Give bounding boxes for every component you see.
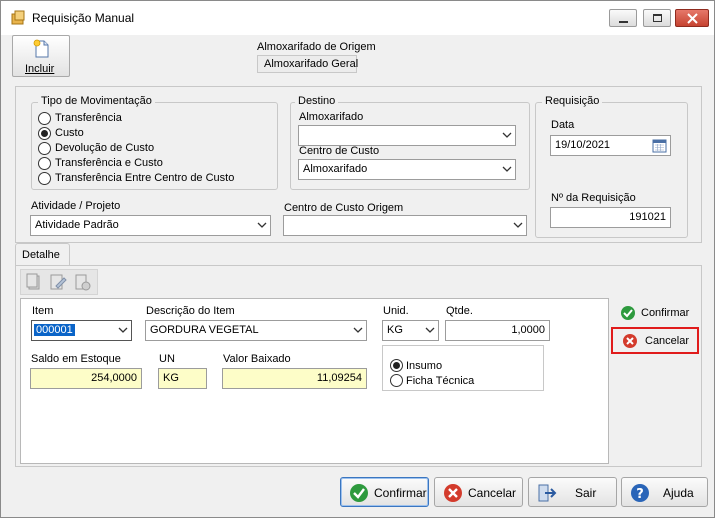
- unid-label: Unid.: [383, 305, 409, 317]
- cancel-icon: [444, 484, 462, 502]
- item-cancelar-label: Cancelar: [645, 335, 690, 347]
- radio-ficha-tecnica-label: Ficha Técnica: [406, 375, 475, 387]
- almox-origem-label: Almoxarifado de Origem: [257, 41, 376, 53]
- un-value: KG: [158, 368, 207, 389]
- numero-label: Nº da Requisição: [551, 192, 636, 204]
- item-value: 000001: [34, 324, 75, 336]
- data-label: Data: [551, 119, 575, 131]
- window-title: Requisição Manual: [32, 11, 135, 25]
- add-item-icon[interactable]: [25, 273, 43, 291]
- exit-icon: [538, 484, 557, 502]
- radio-transferencia-label: Transferência: [55, 112, 122, 124]
- radio-transferencia[interactable]: [38, 112, 51, 125]
- descricao-combo[interactable]: GORDURA VEGETAL: [145, 320, 367, 341]
- unid-combo[interactable]: KG: [382, 320, 439, 341]
- detalhe-toolbar: [20, 269, 98, 295]
- item-confirmar-button[interactable]: Confirmar: [614, 301, 698, 326]
- confirmar-button[interactable]: Confirmar: [340, 477, 429, 507]
- data-input[interactable]: 19/10/2021: [550, 135, 671, 156]
- calendar-icon[interactable]: [652, 138, 667, 153]
- un-label: UN: [159, 353, 175, 365]
- requisicao-title: Requisição: [542, 95, 603, 107]
- radio-devolucao[interactable]: [38, 142, 51, 155]
- radio-devolucao-label: Devolução de Custo: [55, 142, 155, 154]
- destino-centro-combo[interactable]: Almoxarifado: [298, 159, 516, 180]
- qtde-label: Qtde.: [446, 305, 473, 317]
- chevron-down-icon: [513, 222, 523, 228]
- radio-insumo-label: Insumo: [406, 360, 443, 372]
- chevron-down-icon: [257, 222, 267, 228]
- radio-ficha-tecnica[interactable]: [390, 374, 403, 387]
- item-confirmar-label: Confirmar: [641, 307, 690, 319]
- radio-transf-centro-label: Transferência Entre Centro de Custo: [55, 172, 235, 184]
- edit-item-icon[interactable]: [49, 273, 67, 291]
- centro-origem-combo[interactable]: [283, 215, 527, 236]
- saldo-label: Saldo em Estoque: [31, 353, 121, 365]
- destino-centro-label: Centro de Custo: [299, 145, 380, 157]
- unid-value: KG: [387, 324, 403, 336]
- ajuda-label: Ajuda: [663, 486, 694, 500]
- valor-label: Valor Baixado: [223, 353, 291, 365]
- item-combo[interactable]: 000001: [31, 320, 132, 341]
- maximize-button[interactable]: [643, 9, 671, 27]
- data-value: 19/10/2021: [555, 139, 611, 151]
- atividade-value: Atividade Padrão: [35, 219, 119, 231]
- tab-detalhe[interactable]: Detalhe: [15, 243, 70, 266]
- svg-text:?: ?: [636, 487, 644, 502]
- chevron-down-icon: [118, 327, 128, 333]
- item-label: Item: [32, 305, 54, 317]
- valor-value: 11,09254: [222, 368, 367, 389]
- check-icon: [350, 484, 368, 502]
- descricao-value: GORDURA VEGETAL: [150, 324, 259, 336]
- close-icon: [687, 13, 698, 24]
- delete-item-icon[interactable]: [73, 273, 91, 291]
- radio-custo-label: Custo: [55, 127, 84, 139]
- destino-title: Destino: [295, 95, 339, 107]
- radio-transf-centro[interactable]: [38, 172, 51, 185]
- qtde-input[interactable]: 1,0000: [445, 320, 550, 341]
- radio-transf-custo-label: Transferência e Custo: [55, 157, 163, 169]
- chevron-down-icon: [502, 166, 512, 172]
- destino-centro-value: Almoxarifado: [303, 163, 368, 175]
- chevron-down-icon: [502, 132, 512, 138]
- title-bar: Requisição Manual: [1, 1, 714, 35]
- radio-insumo[interactable]: [390, 359, 403, 372]
- destino-almox-combo[interactable]: [298, 125, 516, 146]
- ajuda-button[interactable]: ? Ajuda: [621, 477, 708, 507]
- check-icon: [621, 306, 635, 320]
- chevron-down-icon: [353, 327, 363, 333]
- new-document-icon: [33, 39, 49, 58]
- confirmar-label: Confirmar: [374, 486, 427, 500]
- radio-custo[interactable]: [38, 127, 51, 140]
- cancelar-label: Cancelar: [468, 486, 517, 500]
- destino-almox-label: Almoxarifado: [299, 111, 364, 123]
- numero-input[interactable]: 191021: [550, 207, 671, 228]
- help-icon: ?: [631, 484, 649, 502]
- incluir-button[interactable]: Incluir: [12, 35, 70, 77]
- descricao-label: Descrição do Item: [146, 305, 235, 317]
- saldo-value: 254,0000: [30, 368, 142, 389]
- atividade-combo[interactable]: Atividade Padrão: [30, 215, 271, 236]
- radio-transf-custo[interactable]: [38, 157, 51, 170]
- incluir-label: Incluir: [25, 63, 55, 75]
- close-button[interactable]: [675, 9, 709, 27]
- almox-origem-value: Almoxarifado Geral: [257, 55, 358, 73]
- app-icon: [11, 10, 25, 25]
- sair-label: Sair: [575, 486, 597, 500]
- atividade-label: Atividade / Projeto: [31, 200, 121, 212]
- cancel-icon: [623, 334, 637, 348]
- minimize-button[interactable]: [609, 9, 637, 27]
- cancelar-button[interactable]: Cancelar: [434, 477, 523, 507]
- window: Requisição Manual Incluir Almoxarifado d…: [0, 0, 715, 518]
- item-cancelar-button[interactable]: Cancelar: [611, 327, 699, 354]
- chevron-down-icon: [425, 327, 435, 333]
- centro-origem-label: Centro de Custo Origem: [284, 202, 404, 214]
- sair-button[interactable]: Sair: [528, 477, 617, 507]
- movimentacao-title: Tipo de Movimentação: [38, 95, 155, 107]
